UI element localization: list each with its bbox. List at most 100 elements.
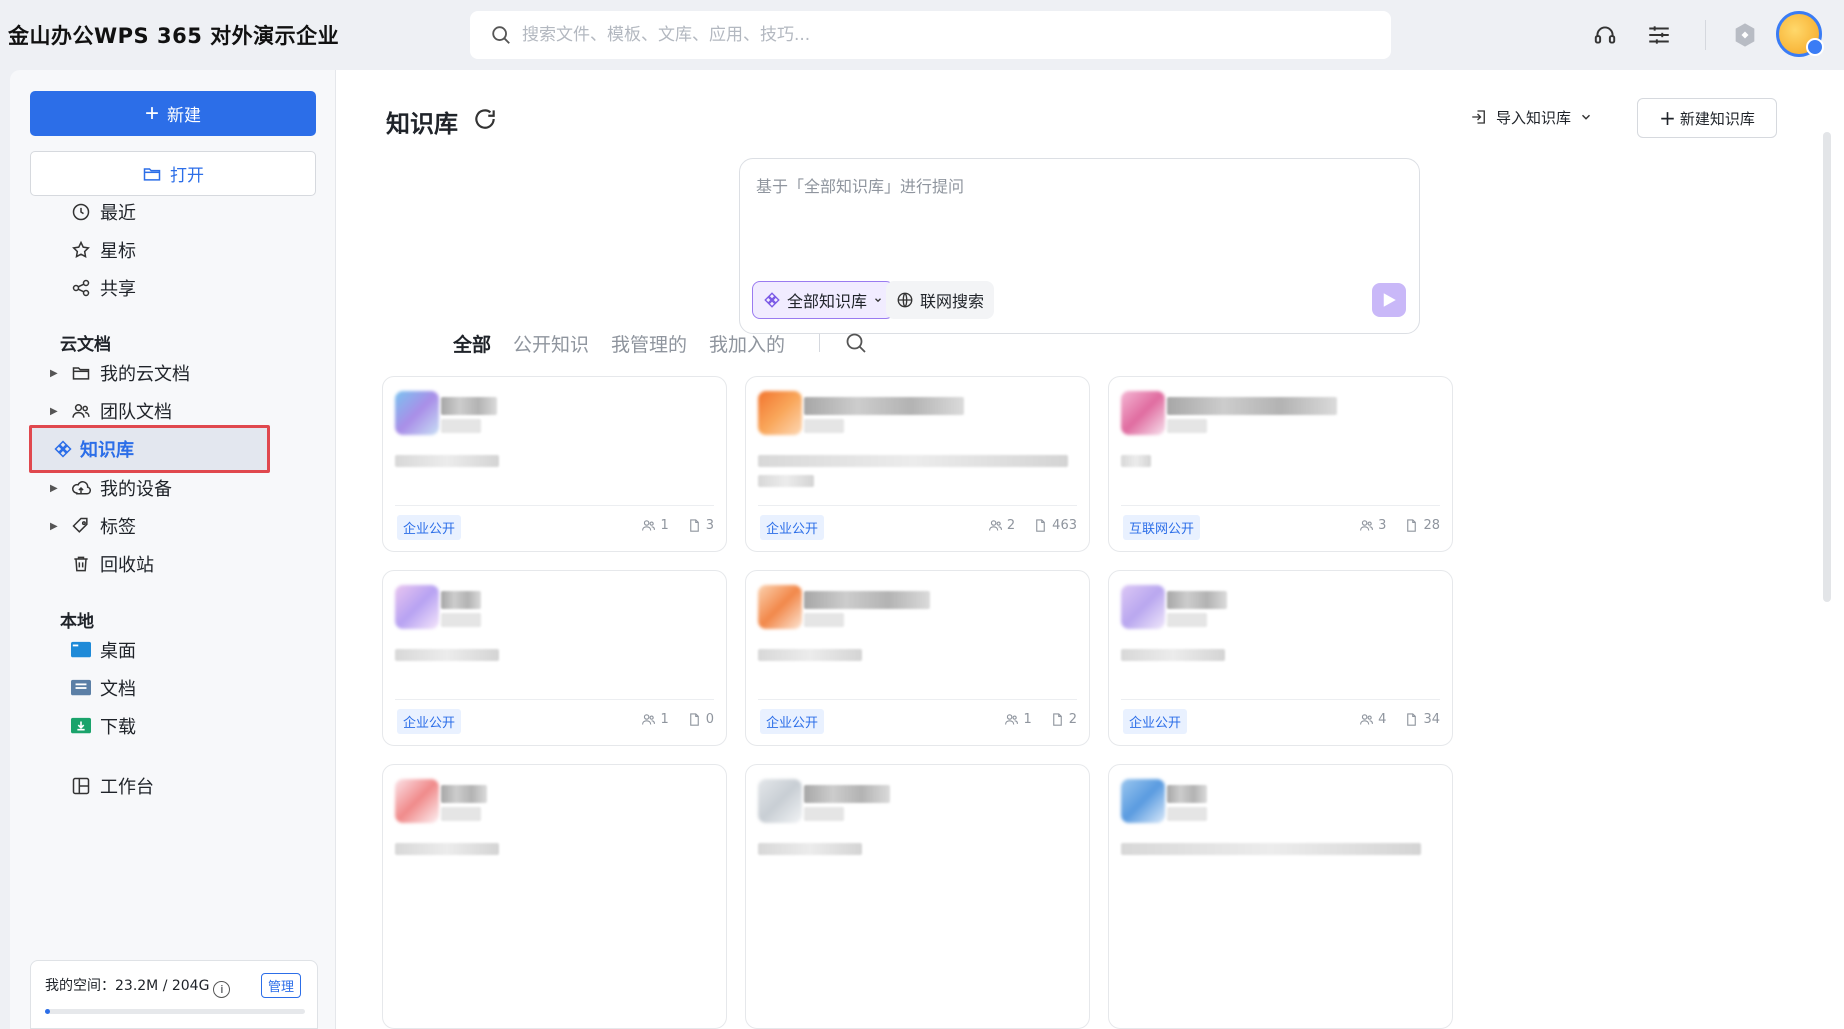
sidebar-item-documents[interactable]: 文档 xyxy=(30,668,316,708)
card-thumbnail xyxy=(395,391,439,435)
document-icon xyxy=(689,713,699,726)
headset-icon[interactable] xyxy=(1588,18,1622,52)
web-search-label: 联网搜索 xyxy=(920,292,985,311)
visibility-badge: 企业公开 xyxy=(397,515,462,540)
sidebar-item-downloads[interactable]: 下载 xyxy=(30,706,316,746)
tab-all[interactable]: 全部 xyxy=(453,330,491,357)
manage-storage-button[interactable]: 管理 xyxy=(261,973,302,998)
card-title-redacted xyxy=(1167,591,1227,609)
card-subtitle-redacted xyxy=(804,613,844,627)
section-local: 本地 xyxy=(60,612,94,632)
knowledge-base-card[interactable] xyxy=(1108,764,1453,1029)
tab-managed[interactable]: 我管理的 xyxy=(611,330,687,357)
card-description-redacted xyxy=(1121,455,1151,467)
import-knowledge-base-button[interactable]: 导入知识库 xyxy=(1470,98,1593,136)
avatar-status-badge xyxy=(1806,38,1824,56)
refresh-icon[interactable] xyxy=(472,106,498,132)
sidebar-item-shared[interactable]: 共享 xyxy=(30,268,316,308)
tab-public[interactable]: 公开知识 xyxy=(513,330,589,357)
knowledge-base-card[interactable] xyxy=(382,764,727,1029)
sidebar-item-recycle-bin[interactable]: 回收站 xyxy=(30,544,316,584)
search-input[interactable] xyxy=(522,25,1322,45)
visibility-badge: 企业公开 xyxy=(760,709,825,734)
info-icon[interactable]: i xyxy=(213,981,231,998)
open-button[interactable]: 打开 xyxy=(30,151,316,196)
new-button[interactable]: + 新建 xyxy=(30,91,316,136)
knowledge-base-card[interactable]: 互联网公开 3 28 xyxy=(1108,376,1453,552)
caret-right-icon[interactable]: ▶ xyxy=(50,406,58,417)
sidebar-item-knowledge-base[interactable]: 知识库 xyxy=(29,425,270,473)
document-count: 28 xyxy=(1423,518,1440,533)
document-icon xyxy=(1407,713,1417,726)
documents-folder-icon xyxy=(70,677,92,699)
card-stats: 1 3 xyxy=(641,518,714,533)
sidebar-item-my-devices[interactable]: ▶ 我的设备 xyxy=(30,468,316,508)
sidebar-item-label: 我的云文档 xyxy=(100,364,190,385)
document-count: 34 xyxy=(1423,712,1440,727)
new-knowledge-base-button[interactable]: + 新建知识库 xyxy=(1637,98,1777,138)
sidebar-item-starred[interactable]: 星标 xyxy=(30,230,316,270)
card-title-redacted xyxy=(441,785,487,803)
app-title: 金山办公WPS 365 对外演示企业 xyxy=(8,24,340,48)
import-icon xyxy=(1472,110,1485,124)
card-thumbnail xyxy=(1121,585,1165,629)
search-icon[interactable] xyxy=(844,331,868,355)
storage-progress-bar xyxy=(45,1009,305,1014)
document-count: 2 xyxy=(1068,712,1077,727)
card-subtitle-redacted xyxy=(441,807,481,821)
knowledge-base-card[interactable]: 企业公开 4 34 xyxy=(1108,570,1453,746)
new-kb-label: 新建知识库 xyxy=(1679,109,1755,128)
sidebar-item-label: 文档 xyxy=(100,679,136,700)
sidebar-item-label: 桌面 xyxy=(100,641,136,662)
caret-right-icon[interactable]: ▶ xyxy=(50,368,58,379)
knowledge-base-icon xyxy=(52,438,74,460)
import-label: 导入知识库 xyxy=(1496,108,1572,127)
sidebar-item-label: 知识库 xyxy=(80,440,134,461)
vertical-scrollbar[interactable] xyxy=(1823,132,1831,602)
send-button[interactable] xyxy=(1372,283,1406,317)
card-title-redacted xyxy=(441,397,497,415)
ask-input[interactable] xyxy=(756,173,1396,253)
sidebar-item-label: 星标 xyxy=(100,241,136,262)
card-subtitle-redacted xyxy=(441,419,481,433)
trash-icon xyxy=(70,553,92,575)
knowledge-scope-select[interactable]: 全部知识库 xyxy=(752,281,895,319)
clock-icon xyxy=(70,201,92,223)
sidebar-item-my-cloud-docs[interactable]: ▶ 我的云文档 xyxy=(30,353,316,393)
filter-tabs: 全部 公开知识 我管理的 我加入的 xyxy=(453,328,868,358)
toolbar-divider xyxy=(1705,20,1706,50)
shield-badge-icon[interactable] xyxy=(1728,18,1762,52)
share-icon xyxy=(70,277,92,299)
sidebar-item-tags[interactable]: ▶ 标签 xyxy=(30,506,316,546)
knowledge-base-card[interactable] xyxy=(745,764,1090,1029)
web-search-toggle[interactable]: 联网搜索 xyxy=(886,281,995,319)
sidebar-item-label: 标签 xyxy=(100,517,136,538)
member-count: 1 xyxy=(660,712,669,727)
sidebar-item-recent[interactable]: 最近 xyxy=(30,192,316,232)
new-button-label: 新建 xyxy=(167,106,201,125)
global-search[interactable] xyxy=(470,11,1391,59)
knowledge-base-card[interactable]: 企业公开 1 0 xyxy=(382,570,727,746)
settings-sliders-icon[interactable] xyxy=(1642,18,1676,52)
sidebar-item-desktop[interactable]: 桌面 xyxy=(30,630,316,670)
knowledge-base-card[interactable]: 企业公开 1 2 xyxy=(745,570,1090,746)
tabs-divider xyxy=(819,334,821,352)
sidebar-item-label: 共享 xyxy=(100,279,136,300)
knowledge-base-card[interactable]: 企业公开 1 3 xyxy=(382,376,727,552)
scope-label: 全部知识库 xyxy=(787,292,868,311)
members-icon xyxy=(1360,520,1374,531)
card-stats: 4 34 xyxy=(1359,712,1440,727)
card-thumbnail xyxy=(758,391,802,435)
card-stats: 2 463 xyxy=(988,518,1077,533)
card-thumbnail xyxy=(758,779,802,823)
caret-right-icon[interactable]: ▶ xyxy=(50,521,58,532)
sidebar-item-label: 回收站 xyxy=(100,555,154,576)
sidebar-item-workbench[interactable]: 工作台 xyxy=(30,766,316,806)
chevron-down-icon xyxy=(875,298,881,303)
sidebar-item-label: 最近 xyxy=(100,203,136,224)
tab-joined[interactable]: 我加入的 xyxy=(709,330,785,357)
sidebar-item-label: 我的设备 xyxy=(100,479,172,500)
caret-right-icon[interactable]: ▶ xyxy=(50,483,58,494)
card-description-redacted xyxy=(1121,649,1225,661)
knowledge-base-card[interactable]: 企业公开 2 463 xyxy=(745,376,1090,552)
